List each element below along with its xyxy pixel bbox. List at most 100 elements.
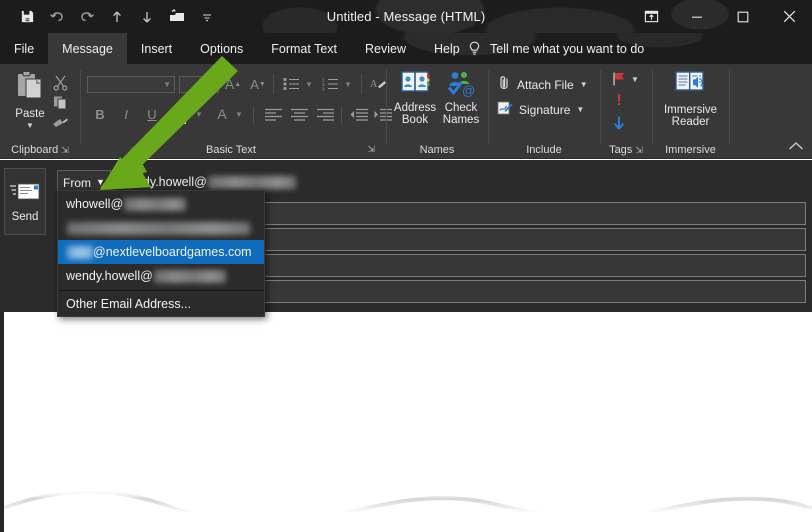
font-size-combobox[interactable]: ▼ <box>179 76 219 93</box>
immersive-reader-button[interactable]: Immersive Reader <box>655 70 726 129</box>
follow-up-chevron-down-icon[interactable]: ▼ <box>629 72 641 86</box>
tags-dialog-launcher-icon[interactable]: ⇲ <box>635 145 643 156</box>
align-left-icon[interactable] <box>261 104 285 124</box>
font-name-combobox[interactable]: ▼ <box>87 76 175 93</box>
high-importance-icon[interactable]: ! <box>609 92 629 110</box>
svg-text:A: A <box>370 79 378 90</box>
font-color-icon[interactable]: A <box>211 104 233 124</box>
tab-options[interactable]: Options <box>186 33 257 64</box>
ribbon-tabs: File Message Insert Options Format Text … <box>0 33 474 64</box>
low-importance-icon[interactable] <box>609 114 629 132</box>
send-button[interactable]: Send <box>4 168 46 235</box>
check-names-label-line2: Names <box>442 114 480 126</box>
minimize-button[interactable] <box>674 0 720 33</box>
menu-item-account-4[interactable]: wendy.howell@ <box>58 264 264 288</box>
font-color-glyph: A <box>217 106 227 122</box>
grow-font-icon[interactable]: A ▲ <box>222 74 244 94</box>
shrink-font-glyph: A <box>250 76 259 92</box>
collapse-ribbon-chevron-up-icon[interactable] <box>788 141 804 154</box>
copy-icon[interactable] <box>48 92 72 112</box>
follow-up-flag-icon[interactable] <box>609 70 629 88</box>
font-size-chevron-down-icon[interactable]: ▼ <box>207 80 215 89</box>
attach-file-button[interactable]: Attach File ▼ <box>497 74 588 95</box>
align-right-icon[interactable] <box>313 104 337 124</box>
font-name-chevron-down-icon[interactable]: ▼ <box>163 80 171 89</box>
check-names-label-line1: Check <box>444 101 478 114</box>
address-book-label-line2: Book <box>401 114 429 126</box>
ribbon-display-options-icon[interactable] <box>635 0 667 33</box>
check-names-button[interactable]: @ Check Names <box>439 70 483 127</box>
outlook-compose-window: Untitled - Message (HTML) File Message I… <box>0 0 812 532</box>
touch-mode-icon[interactable] <box>162 3 192 31</box>
menu-item-account-3-redacted-prefix <box>67 245 93 259</box>
attach-file-chevron-down-icon[interactable]: ▼ <box>580 80 588 89</box>
ribbon-group-include-label: Include <box>526 144 562 156</box>
save-icon[interactable] <box>12 3 42 31</box>
basic-text-dialog-launcher-icon[interactable]: ⇲ <box>367 144 375 155</box>
signature-button[interactable]: Signature ▼ <box>497 100 584 119</box>
menu-item-account-2[interactable] <box>58 216 264 240</box>
address-book-button[interactable]: Address Book <box>391 70 439 127</box>
tell-me-search[interactable]: Tell me what you want to do <box>466 33 644 64</box>
signature-label: Signature <box>519 102 571 117</box>
menu-item-account-3[interactable]: @nextlevelboardgames.com <box>58 240 264 264</box>
format-painter-icon[interactable] <box>48 112 72 132</box>
close-button[interactable] <box>766 0 812 33</box>
menu-item-account-1-redacted <box>124 197 187 211</box>
paste-chevron-down-icon[interactable]: ▼ <box>26 122 34 130</box>
clipboard-label-text: Clipboard <box>11 144 59 156</box>
font-color-chevron-down-icon[interactable]: ▼ <box>233 106 245 122</box>
basic-text-sep-2 <box>361 74 362 94</box>
numbering-icon[interactable]: 123 <box>318 74 344 94</box>
paperclip-icon <box>497 74 511 95</box>
text-highlight-color-icon[interactable] <box>169 104 193 126</box>
ribbon-group-names-label: Names <box>419 144 455 156</box>
svg-text:@: @ <box>462 83 475 98</box>
menu-item-other-email-address[interactable]: Other Email Address... <box>58 292 264 316</box>
ribbon-group-clipboard-label: Clipboard ⇲ <box>0 144 80 156</box>
tab-insert[interactable]: Insert <box>127 33 186 64</box>
tab-format-text[interactable]: Format Text <box>257 33 351 64</box>
tab-review[interactable]: Review <box>351 33 420 64</box>
ribbon-group-tags-label: Tags ⇲ <box>601 144 651 156</box>
tab-message[interactable]: Message <box>48 33 127 64</box>
bold-button[interactable]: B <box>89 104 111 124</box>
menu-item-account-1[interactable]: whowell@ <box>58 192 264 216</box>
title-bar: Untitled - Message (HTML) <box>0 0 812 33</box>
menu-item-account-4-label: wendy.howell@ <box>66 269 153 283</box>
clipboard-dialog-launcher-icon[interactable]: ⇲ <box>61 145 69 156</box>
svg-text:3: 3 <box>322 86 325 91</box>
check-names-icon: @ <box>446 70 476 102</box>
paste-button[interactable]: Paste ▼ <box>8 69 52 141</box>
numbering-chevron-down-icon[interactable]: ▼ <box>342 76 354 92</box>
from-address-redacted-domain <box>207 175 296 189</box>
redo-icon[interactable] <box>72 3 102 31</box>
shrink-font-icon[interactable]: A ▼ <box>247 74 269 94</box>
underline-button[interactable]: U <box>141 104 163 124</box>
attach-file-label: Attach File <box>517 77 574 92</box>
maximize-button[interactable] <box>720 0 766 33</box>
signature-icon <box>497 100 513 119</box>
paste-icon <box>13 69 47 106</box>
basic-text-sep-1 <box>273 74 274 94</box>
signature-chevron-down-icon[interactable]: ▼ <box>576 105 584 114</box>
send-label: Send <box>11 210 39 223</box>
text-highlight-chevron-down-icon[interactable]: ▼ <box>193 106 205 122</box>
from-address-value[interactable]: wendy.howell@ <box>120 172 296 192</box>
bullets-chevron-down-icon[interactable]: ▼ <box>303 76 315 92</box>
align-center-icon[interactable] <box>287 104 311 124</box>
previous-item-icon[interactable] <box>102 3 132 31</box>
ribbon-group-include: Attach File ▼ Signature ▼ Include <box>489 64 599 159</box>
customize-quick-access-toolbar-icon[interactable] <box>192 3 222 31</box>
next-item-icon[interactable] <box>132 3 162 31</box>
from-address-text: wendy.howell@ <box>120 175 207 189</box>
cut-icon[interactable] <box>48 72 72 92</box>
undo-icon[interactable] <box>42 3 72 31</box>
tab-file[interactable]: File <box>0 33 48 64</box>
bullets-icon[interactable] <box>279 74 305 94</box>
italic-button[interactable]: I <box>115 104 137 124</box>
from-chevron-down-icon: ▼ <box>96 177 105 187</box>
message-body[interactable] <box>0 312 812 532</box>
ribbon-group-basic-text: ▼ ▼ A ▲ A ▼ ▼ 123 ▼ A B I U ▼ A ▼ Basic … <box>81 64 392 159</box>
decrease-indent-icon[interactable] <box>347 104 371 124</box>
